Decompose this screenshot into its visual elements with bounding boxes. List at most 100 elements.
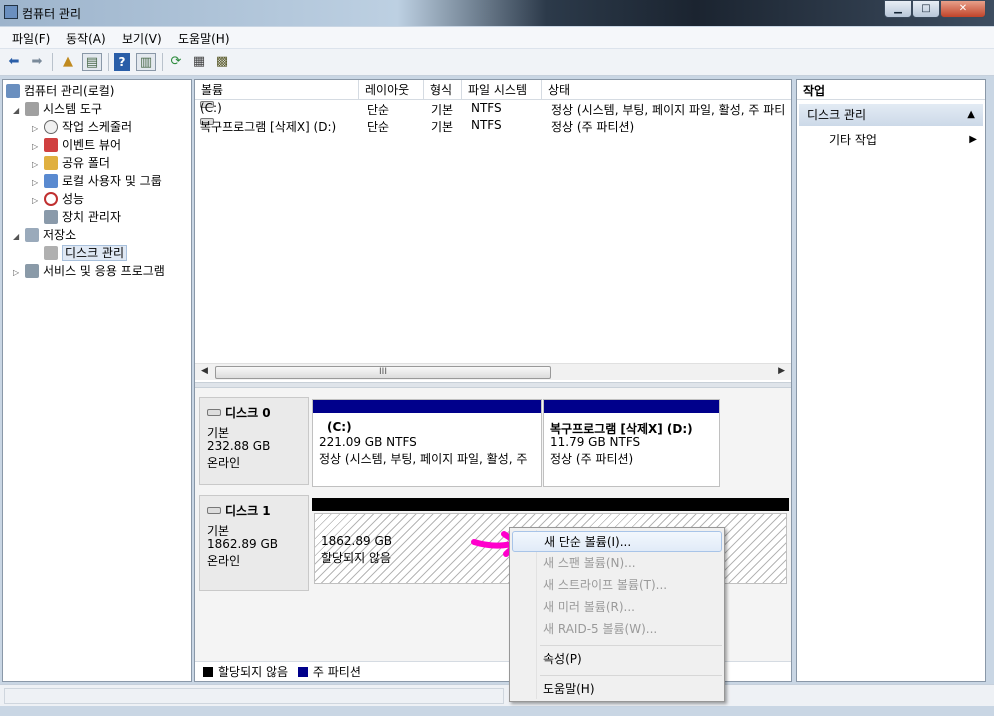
column-volume[interactable]: 볼륨 <box>195 80 359 100</box>
clock-icon <box>44 120 58 134</box>
up-folder-icon[interactable]: ▲ <box>58 53 78 71</box>
menu-help-item[interactable]: 도움말(H) <box>512 679 722 700</box>
volume-name: 복구프로그램 [삭제X] (D:) <box>200 120 337 134</box>
show-hide-action-pane-icon[interactable]: ▥ <box>136 53 156 71</box>
toolbar-separator <box>108 53 109 71</box>
show-hide-tree-icon[interactable]: ▤ <box>82 53 102 71</box>
disk-kind: 기본 <box>207 426 230 440</box>
export-list-icon[interactable]: ▩ <box>212 53 232 71</box>
legend-item: 할당되지 않음 <box>203 665 288 679</box>
toolbar: ⬅ ➡ ▲ ▤ ? ▥ ⟳ ▦ ▩ <box>0 49 994 76</box>
menu-new-mirrored-volume[interactable]: 새 미러 볼륨(R)... <box>512 597 722 618</box>
volume-status: 정상 (주 파티션) <box>551 120 635 134</box>
console-tree: 컴퓨터 관리(로컬) ◢ 시스템 도구 ▷ 작업 스케줄러 ▷ 이벤트 뷰어 ▷ 공유 … <box>2 79 192 682</box>
status-bar <box>0 684 994 706</box>
submenu-arrow-icon: ▶ <box>969 134 977 145</box>
partition-d[interactable]: 복구프로그램 [삭제X] (D:) 11.79 GB NTFS 정상 (주 파티… <box>543 399 720 487</box>
volume-fs: NTFS <box>471 118 502 132</box>
services-icon <box>25 264 39 278</box>
partition-name: 복구프로그램 [삭제X] (D:) <box>550 422 693 435</box>
help-icon[interactable]: ? <box>114 53 130 71</box>
tree-node-local-users[interactable]: ▷ 로컬 사용자 및 그룹 <box>32 172 162 190</box>
more-actions-item[interactable]: 기타 작업 ▶ <box>829 131 979 149</box>
expand-arrow-icon[interactable]: ▷ <box>32 160 42 169</box>
refresh-icon[interactable]: ⟳ <box>166 53 186 71</box>
close-button[interactable]: ✕ <box>940 0 986 18</box>
toolbar-separator <box>52 53 53 71</box>
expand-arrow-icon[interactable]: ▷ <box>32 142 42 151</box>
volume-row[interactable]: 복구프로그램 [삭제X] (D:) 단순 기본 NTFS 정상 (주 파티션) <box>195 118 791 135</box>
tree-node-task-scheduler[interactable]: ▷ 작업 스케줄러 <box>32 118 132 136</box>
scroll-right-icon[interactable]: ▶ <box>778 366 785 376</box>
collapse-arrow-icon[interactable]: ◢ <box>13 106 23 115</box>
tree-node-performance[interactable]: ▷ 성능 <box>32 190 84 208</box>
menu-help[interactable]: 도움말(H) <box>178 30 230 47</box>
menu-new-striped-volume[interactable]: 새 스트라이프 볼륨(T)... <box>512 575 722 596</box>
legend-swatch <box>297 667 308 677</box>
unallocated-bar <box>312 498 789 511</box>
forward-arrow-icon[interactable]: ➡ <box>27 53 47 71</box>
tree-node-disk-management[interactable]: 디스크 관리 <box>44 244 128 262</box>
disk-state: 온라인 <box>207 554 241 568</box>
partition-name: (C:) <box>327 420 352 434</box>
column-status[interactable]: 상태 <box>542 80 791 100</box>
legend-swatch <box>203 667 213 677</box>
disk-size: 1862.89 GB <box>207 537 278 551</box>
volume-layout: 단순 <box>367 103 390 117</box>
maximize-button[interactable]: □ <box>912 0 940 18</box>
primary-partition-bar <box>544 400 719 413</box>
tree-node-shared-folders[interactable]: ▷ 공유 폴더 <box>32 154 110 172</box>
tree-node-device-manager[interactable]: 장치 관리자 <box>44 208 121 226</box>
volume-type: 기본 <box>431 120 454 134</box>
tree-node-storage[interactable]: ◢ 저장소 <box>13 226 76 244</box>
volume-name: (C:) <box>200 101 222 115</box>
menu-bar: 파일(F) 동작(A) 보기(V) 도움말(H) <box>0 27 994 49</box>
primary-partition-bar <box>313 400 541 413</box>
tree-node-system-tools[interactable]: ◢ 시스템 도구 <box>13 100 102 118</box>
expand-arrow-icon[interactable]: ▷ <box>32 124 42 133</box>
context-menu: 새 단순 볼륨(I)... 새 스팬 볼륨(N)... 새 스트라이프 볼륨(T… <box>509 527 725 702</box>
tree-node-event-viewer[interactable]: ▷ 이벤트 뷰어 <box>32 136 121 154</box>
scroll-thumb[interactable]: III <box>215 366 551 379</box>
menu-new-spanned-volume[interactable]: 새 스팬 볼륨(N)... <box>512 553 722 574</box>
partition-c[interactable]: (C:) 221.09 GB NTFS 정상 (시스템, 부팅, 페이지 파일,… <box>312 399 542 487</box>
minimize-button[interactable]: ▁ <box>884 0 912 18</box>
actions-section-disk-management[interactable]: 디스크 관리 ▲ <box>799 104 983 126</box>
partition-status: 정상 (주 파티션) <box>550 452 634 465</box>
column-layout[interactable]: 레이아웃 <box>359 80 424 100</box>
menu-properties[interactable]: 속성(P) <box>512 649 722 670</box>
toolbar-separator <box>162 53 163 71</box>
disk-kind: 기본 <box>207 524 230 538</box>
actions-pane: 작업 디스크 관리 ▲ 기타 작업 ▶ <box>796 79 986 682</box>
menu-new-raid5-volume[interactable]: 새 RAID-5 볼륨(W)... <box>512 619 722 640</box>
status-cell <box>4 688 504 704</box>
volume-list-header: 볼륨 레이아웃 형식 파일 시스템 상태 <box>195 80 791 100</box>
volume-row[interactable]: (C:) 단순 기본 NTFS 정상 (시스템, 부팅, 페이지 파일, 활성,… <box>195 101 791 118</box>
menu-view[interactable]: 보기(V) <box>122 30 162 47</box>
partition-status: 정상 (시스템, 부팅, 페이지 파일, 활성, 주 <box>319 452 528 465</box>
tools-icon <box>25 102 39 116</box>
column-file-system[interactable]: 파일 시스템 <box>462 80 542 100</box>
volume-status: 정상 (시스템, 부팅, 페이지 파일, 활성, 주 파티 <box>551 103 786 117</box>
tree-node-computer-management[interactable]: 컴퓨터 관리(로컬) <box>6 82 114 100</box>
back-arrow-icon[interactable]: ⬅ <box>4 53 24 71</box>
expand-arrow-icon[interactable]: ▷ <box>32 178 42 187</box>
collapse-arrow-icon[interactable]: ◢ <box>13 232 23 241</box>
tree-node-services[interactable]: ▷ 서비스 및 응용 프로그램 <box>13 262 165 280</box>
menu-file[interactable]: 파일(F) <box>12 30 50 47</box>
menu-action[interactable]: 동작(A) <box>66 30 106 47</box>
properties-icon[interactable]: ▦ <box>189 53 209 71</box>
collapse-up-icon[interactable]: ▲ <box>967 104 975 126</box>
column-type[interactable]: 형식 <box>424 80 462 100</box>
scroll-left-icon[interactable]: ◀ <box>201 366 208 376</box>
disk-1-label[interactable]: 디스크 1 기본 1862.89 GB 온라인 <box>199 495 309 591</box>
disk-icon <box>207 507 221 514</box>
disk-size: 232.88 GB <box>207 439 271 453</box>
disk-0-label[interactable]: 디스크 0 기본 232.88 GB 온라인 <box>199 397 309 485</box>
expand-arrow-icon[interactable]: ▷ <box>32 196 42 205</box>
volume-layout: 단순 <box>367 120 390 134</box>
expand-arrow-icon[interactable]: ▷ <box>13 268 23 277</box>
computer-management-icon <box>6 84 20 98</box>
horizontal-scrollbar[interactable]: ◀ III ▶ <box>195 363 791 380</box>
menu-new-simple-volume[interactable]: 새 단순 볼륨(I)... <box>512 531 722 552</box>
